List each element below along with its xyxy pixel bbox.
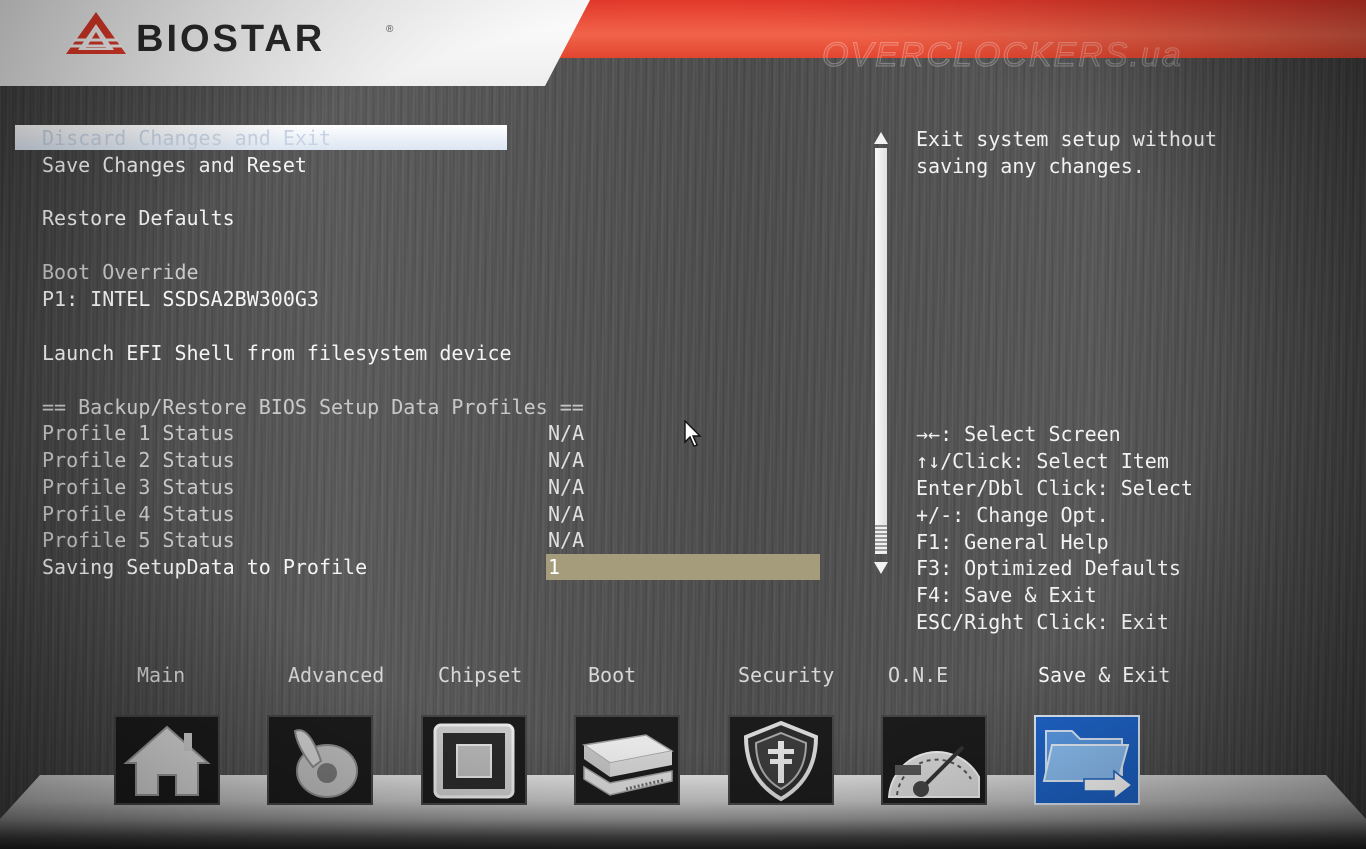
key-hint-general-help: F1: General Help: [916, 530, 1109, 554]
brand-name: BIOSTAR: [136, 18, 326, 60]
help-description-line-1: Exit system setup without: [916, 127, 1218, 151]
tab-chipset[interactable]: [421, 715, 527, 805]
tab-advanced[interactable]: [267, 715, 373, 805]
joystick-icon: [293, 729, 358, 798]
profile-5-status-value: N/A: [548, 528, 585, 552]
shield-icon: [743, 720, 819, 802]
brand-registered-mark: ®: [386, 24, 394, 35]
profile-4-status-label: Profile 4 Status: [42, 502, 235, 526]
tab-one[interactable]: [881, 715, 987, 805]
scrollbar-grip[interactable]: [875, 525, 887, 553]
tab-boot[interactable]: [574, 715, 680, 805]
folder-arrow-icon: [1042, 730, 1134, 801]
profile-2-status-value: N/A: [548, 448, 585, 472]
biostar-logo-icon: [66, 12, 126, 54]
key-hint-change-opt: +/-: Change Opt.: [916, 503, 1109, 527]
key-hint-select-screen: →←: Select Screen: [916, 422, 1121, 446]
tab-one-label[interactable]: O.N.E: [888, 662, 948, 688]
tab-main[interactable]: [114, 715, 220, 805]
saving-profile-value-field[interactable]: [546, 554, 820, 580]
tab-save-exit[interactable]: [1034, 715, 1140, 805]
profile-4-status-value: N/A: [548, 502, 585, 526]
profiles-section-heading: == Backup/Restore BIOS Setup Data Profil…: [42, 395, 584, 419]
tab-boot-label[interactable]: Boot: [588, 662, 636, 688]
key-hint-select-item: ↑↓/Click: Select Item: [916, 449, 1169, 473]
tab-save-exit-label[interactable]: Save & Exit: [1038, 662, 1170, 688]
drive-icon: [582, 734, 675, 796]
profile-5-status-label: Profile 5 Status: [42, 528, 235, 552]
tab-advanced-label[interactable]: Advanced: [288, 662, 384, 688]
speedometer-icon: [887, 745, 980, 798]
mouse-cursor-icon: [684, 420, 702, 447]
tab-security[interactable]: [728, 715, 834, 805]
help-description-line-2: saving any changes.: [916, 154, 1145, 178]
menu-item-launch-efi-shell[interactable]: Launch EFI Shell from filesystem device: [42, 340, 512, 366]
profile-3-status-label: Profile 3 Status: [42, 475, 235, 499]
watermark: OVERCLOCKERS.ua: [822, 36, 1183, 75]
key-hint-save-exit: F4: Save & Exit: [916, 583, 1097, 607]
menu-item-restore-defaults[interactable]: Restore Defaults: [42, 205, 235, 231]
profile-1-status-label: Profile 1 Status: [42, 421, 235, 445]
menu-item-discard-changes-exit[interactable]: Discard Changes and Exit: [42, 125, 331, 151]
profile-1-status-value: N/A: [548, 421, 585, 445]
key-hint-esc-exit: ESC/Right Click: Exit: [916, 610, 1169, 634]
scroll-down-arrow-icon[interactable]: [872, 560, 890, 576]
scroll-up-arrow-icon[interactable]: [872, 130, 890, 146]
boot-override-heading: Boot Override: [42, 260, 199, 284]
tab-security-label[interactable]: Security: [738, 662, 834, 688]
scrollbar-track[interactable]: [875, 148, 887, 554]
home-icon: [123, 725, 211, 796]
tab-main-label[interactable]: Main: [137, 662, 185, 688]
profile-3-status-value: N/A: [548, 475, 585, 499]
key-hint-optimized-defaults: F3: Optimized Defaults: [916, 556, 1181, 580]
tab-chipset-label[interactable]: Chipset: [438, 662, 522, 688]
key-hint-enter-select: Enter/Dbl Click: Select: [916, 476, 1193, 500]
chip-icon: [433, 723, 515, 799]
menu-item-save-changes-reset[interactable]: Save Changes and Reset: [42, 152, 307, 178]
saving-profile-value: 1: [548, 555, 561, 579]
menu-item-boot-override-p1[interactable]: P1: INTEL SSDSA2BW300G3: [42, 286, 319, 312]
profile-2-status-label: Profile 2 Status: [42, 448, 235, 472]
saving-setupdata-label: Saving SetupData to Profile: [42, 555, 368, 579]
